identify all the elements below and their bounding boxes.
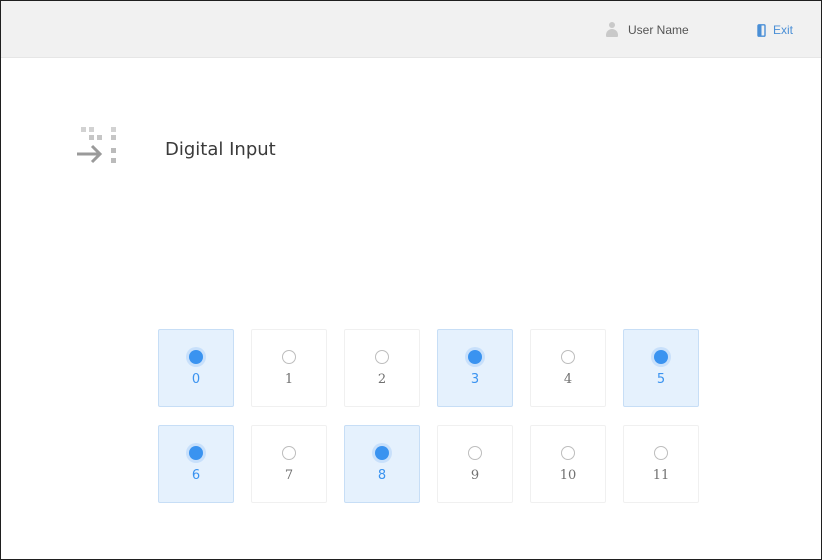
digital-input-6[interactable]: 6 — [158, 425, 234, 503]
input-number-label: 2 — [377, 372, 387, 387]
page-header: Digital Input — [75, 125, 276, 173]
input-number-label: 4 — [563, 372, 573, 387]
input-off-indicator — [468, 446, 482, 460]
input-number-label: 7 — [284, 468, 294, 483]
input-on-indicator — [375, 446, 389, 460]
input-on-indicator — [189, 446, 203, 460]
digital-input-0[interactable]: 0 — [158, 329, 234, 407]
input-number-label: 10 — [559, 468, 577, 483]
page-title: Digital Input — [165, 138, 276, 160]
input-number-label: 9 — [470, 468, 480, 483]
input-off-indicator — [654, 446, 668, 460]
digital-input-8[interactable]: 8 — [344, 425, 420, 503]
digital-input-11[interactable]: 11 — [623, 425, 699, 503]
input-number-label: 0 — [191, 372, 201, 387]
digital-input-2[interactable]: 2 — [344, 329, 420, 407]
top-bar: User Name Exit — [1, 1, 821, 58]
input-off-indicator — [561, 350, 575, 364]
digital-input-icon — [77, 127, 116, 164]
digital-input-9[interactable]: 9 — [437, 425, 513, 503]
digital-input-10[interactable]: 10 — [530, 425, 606, 503]
digital-input-7[interactable]: 7 — [251, 425, 327, 503]
exit-button[interactable]: Exit — [757, 20, 793, 40]
input-number-label: 11 — [652, 468, 670, 483]
input-number-label: 8 — [377, 468, 387, 483]
digital-input-5[interactable]: 5 — [623, 329, 699, 407]
input-number-label: 3 — [470, 372, 480, 387]
digital-input-1[interactable]: 1 — [251, 329, 327, 407]
user-menu[interactable]: User Name — [605, 20, 689, 40]
input-on-indicator — [189, 350, 203, 364]
input-off-indicator — [282, 350, 296, 364]
app-window: User Name Exit Digital Input 0 1 2 3 4 5 6 7 8 9 1… — [0, 0, 822, 560]
input-on-indicator — [468, 350, 482, 364]
exit-door-icon — [757, 23, 766, 37]
input-number-label: 1 — [284, 372, 294, 387]
exit-label: Exit — [773, 23, 794, 37]
input-on-indicator — [654, 350, 668, 364]
digital-input-3[interactable]: 3 — [437, 329, 513, 407]
user-name-label: User Name — [628, 23, 689, 37]
input-off-indicator — [282, 446, 296, 460]
digital-input-4[interactable]: 4 — [530, 329, 606, 407]
input-number-label: 5 — [656, 372, 666, 387]
input-off-indicator — [561, 446, 575, 460]
input-number-label: 6 — [191, 468, 201, 483]
user-icon — [605, 22, 619, 38]
input-off-indicator — [375, 350, 389, 364]
